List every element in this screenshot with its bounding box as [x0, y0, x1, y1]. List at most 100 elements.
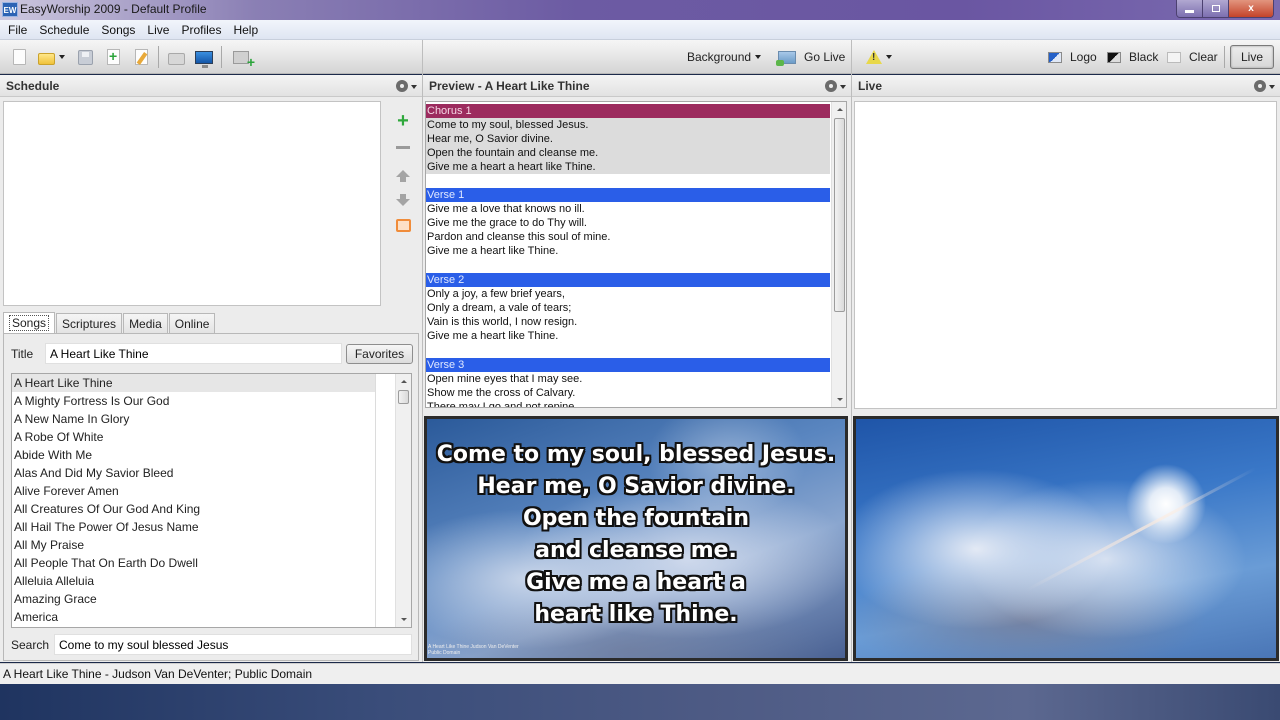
- schedule-list[interactable]: [3, 101, 381, 306]
- schedule-header: Schedule: [0, 75, 422, 97]
- section-header-verse-2[interactable]: Verse 2: [426, 273, 830, 287]
- search-input[interactable]: [54, 634, 412, 655]
- add-to-schedule-button[interactable]: [233, 47, 255, 70]
- song-item[interactable]: A Heart Like Thine: [12, 374, 375, 392]
- minimize-button[interactable]: [1177, 0, 1203, 17]
- song-item[interactable]: America: [12, 608, 375, 626]
- alerts-dropdown[interactable]: [866, 47, 892, 67]
- chevron-down-icon[interactable]: [840, 85, 846, 89]
- lyric-line[interactable]: Show me the cross of Calvary.: [426, 386, 830, 400]
- edit-song-button[interactable]: [135, 47, 148, 67]
- panel-divider[interactable]: [851, 40, 852, 662]
- song-item[interactable]: A New Name In Glory: [12, 410, 375, 428]
- menu-schedule[interactable]: Schedule: [33, 23, 95, 37]
- edit-song-icon: [135, 49, 148, 65]
- gear-icon[interactable]: [825, 80, 837, 92]
- song-item[interactable]: All Creatures Of Our God And King: [12, 500, 375, 518]
- menu-profiles[interactable]: Profiles: [175, 23, 227, 37]
- preview-screen[interactable]: Come to my soul, blessed Jesus. Hear me,…: [424, 416, 848, 661]
- scrollbar-thumb[interactable]: [834, 118, 845, 312]
- scrollbar-thumb[interactable]: [398, 390, 409, 404]
- menu-bar: File Schedule Songs Live Profiles Help: [0, 20, 1280, 40]
- menu-file[interactable]: File: [2, 23, 33, 37]
- gear-icon[interactable]: [396, 80, 408, 92]
- menu-help[interactable]: Help: [227, 23, 264, 37]
- lyric-line[interactable]: Give me a heart like Thine.: [426, 244, 830, 258]
- song-item[interactable]: Abide With Me: [12, 446, 375, 464]
- chevron-down-icon: [59, 55, 65, 59]
- song-item[interactable]: A Mighty Fortress Is Our God: [12, 392, 375, 410]
- black-screen-icon: [1107, 51, 1121, 63]
- lyric-line[interactable]: Give me a heart a heart like Thine.: [426, 160, 830, 174]
- tab-media[interactable]: Media: [123, 313, 168, 333]
- new-schedule-button[interactable]: [13, 47, 26, 67]
- lyric-line[interactable]: Open the fountain and cleanse me.: [426, 146, 830, 160]
- tab-label: Media: [129, 316, 162, 331]
- remove-item-button[interactable]: [390, 134, 416, 160]
- song-item[interactable]: Alive Forever Amen: [12, 482, 375, 500]
- tab-online[interactable]: Online: [168, 313, 216, 333]
- open-schedule-button[interactable]: [38, 47, 65, 67]
- scroll-up-icon[interactable]: [836, 108, 843, 111]
- search-label: Search: [11, 638, 50, 652]
- menu-live[interactable]: Live: [141, 23, 175, 37]
- section-header-verse-1[interactable]: Verse 1: [426, 188, 830, 202]
- monitor-button[interactable]: [195, 47, 213, 68]
- background-dropdown[interactable]: Background: [687, 47, 762, 67]
- scroll-down-icon[interactable]: [400, 618, 407, 621]
- clear-button[interactable]: Clear: [1167, 47, 1218, 67]
- slides-button[interactable]: [390, 212, 416, 238]
- song-item[interactable]: All Hail The Power Of Jesus Name: [12, 518, 375, 536]
- lyric-line[interactable]: There may I go and not repine.: [426, 400, 830, 407]
- song-item[interactable]: All My Praise: [12, 536, 375, 554]
- restore-icon: [1211, 5, 1220, 12]
- title-label: Title: [11, 347, 34, 361]
- lyric-line[interactable]: Come to my soul, blessed Jesus.: [426, 118, 830, 132]
- add-song-button[interactable]: [107, 47, 120, 67]
- song-item[interactable]: Amazing Grace: [12, 590, 375, 608]
- panel-divider[interactable]: [422, 40, 423, 662]
- song-item[interactable]: Alleluia Alleluia: [12, 572, 375, 590]
- lyric-line[interactable]: Vain is this world, I now resign.: [426, 315, 830, 329]
- print-button[interactable]: [168, 47, 185, 67]
- scroll-down-icon[interactable]: [836, 398, 843, 401]
- chevron-down-icon[interactable]: [411, 85, 417, 89]
- song-list-scrollbar[interactable]: [395, 374, 411, 627]
- live-toggle-button[interactable]: Live: [1230, 45, 1274, 69]
- title-field[interactable]: [45, 343, 342, 364]
- song-item[interactable]: All People That On Earth Do Dwell: [12, 554, 375, 572]
- favorites-button[interactable]: Favorites: [346, 344, 413, 364]
- lyric-line[interactable]: Only a joy, a few brief years,: [426, 287, 830, 301]
- live-screen[interactable]: [853, 416, 1279, 661]
- song-item[interactable]: Alas And Did My Savior Bleed: [12, 464, 375, 482]
- maximize-button[interactable]: [1203, 0, 1229, 17]
- chevron-down-icon[interactable]: [1269, 85, 1275, 89]
- lyric-line[interactable]: Give me a love that knows no ill.: [426, 202, 830, 216]
- tab-scriptures[interactable]: Scriptures: [56, 313, 123, 333]
- close-button[interactable]: x: [1229, 0, 1273, 17]
- section-header-chorus-1[interactable]: Chorus 1: [426, 104, 830, 118]
- section-header-verse-3[interactable]: Verse 3: [426, 358, 830, 372]
- lyric-line[interactable]: Hear me, O Savior divine.: [426, 132, 830, 146]
- gear-icon[interactable]: [1254, 80, 1266, 92]
- lyric-line[interactable]: Only a dream, a vale of tears;: [426, 301, 830, 315]
- lyric-line[interactable]: Open mine eyes that I may see.: [426, 372, 830, 386]
- live-title: Live: [858, 78, 883, 93]
- logo-button[interactable]: Logo: [1048, 47, 1097, 67]
- lyric-line[interactable]: Give me the grace to do Thy will.: [426, 216, 830, 230]
- save-schedule-button[interactable]: [78, 47, 93, 67]
- go-live-button[interactable]: Go Live: [776, 47, 845, 67]
- live-lyrics-list[interactable]: [854, 101, 1277, 409]
- sun-flare: [1025, 467, 1257, 592]
- lyrics-scrollbar[interactable]: [831, 102, 846, 407]
- move-down-button[interactable]: [390, 186, 416, 212]
- move-up-button[interactable]: [390, 160, 416, 186]
- add-item-button[interactable]: +: [390, 108, 416, 134]
- black-button[interactable]: Black: [1107, 47, 1158, 67]
- lyric-line[interactable]: Pardon and cleanse this soul of mine.: [426, 230, 830, 244]
- lyric-line[interactable]: Give me a heart like Thine.: [426, 329, 830, 343]
- song-item[interactable]: A Robe Of White: [12, 428, 375, 446]
- tab-songs[interactable]: Songs: [3, 312, 56, 333]
- menu-songs[interactable]: Songs: [95, 23, 141, 37]
- scroll-up-icon[interactable]: [400, 380, 407, 383]
